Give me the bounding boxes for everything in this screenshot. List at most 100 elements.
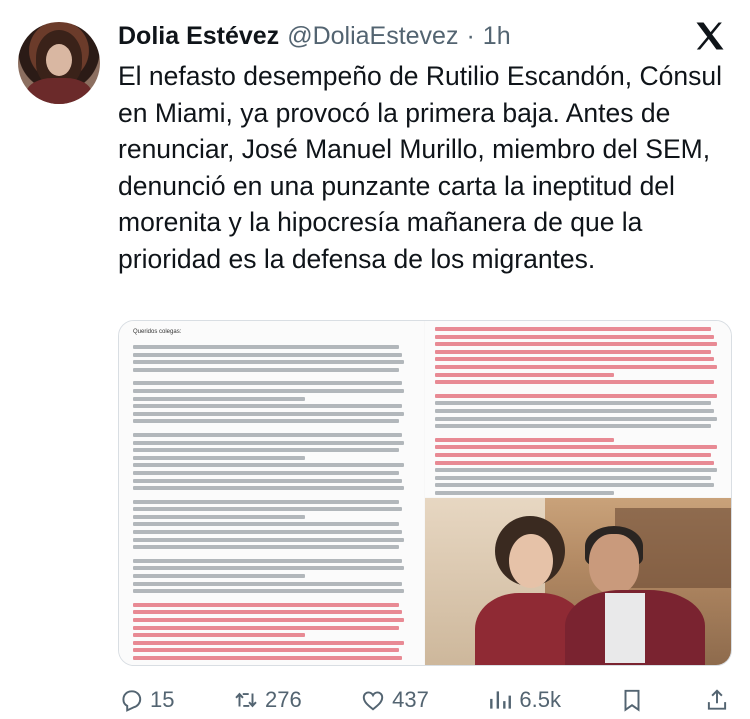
document-text-line bbox=[435, 416, 718, 421]
person-face bbox=[589, 534, 639, 594]
document-text-line bbox=[435, 424, 712, 429]
bookmark-icon bbox=[624, 689, 640, 712]
heart-icon bbox=[362, 691, 384, 711]
document-text-line bbox=[133, 440, 405, 445]
document-text-line bbox=[435, 468, 718, 473]
document-text-line bbox=[435, 364, 718, 369]
avatar[interactable] bbox=[18, 22, 100, 104]
document-page-left[interactable]: Queridos colegas: bbox=[119, 321, 424, 665]
x-logo-icon[interactable] bbox=[692, 18, 728, 54]
document-text-line bbox=[435, 460, 715, 465]
share-button[interactable] bbox=[704, 687, 730, 713]
document-text-line bbox=[435, 452, 712, 457]
document-text-line bbox=[133, 381, 402, 386]
repost-button[interactable]: 276 bbox=[233, 687, 302, 713]
document-text-line bbox=[435, 349, 712, 354]
document-text-line bbox=[133, 545, 399, 550]
document-text-line bbox=[435, 490, 614, 495]
document-text-line bbox=[435, 380, 715, 385]
repost-count: 276 bbox=[264, 687, 302, 712]
tweet-actions: 15 276 437 6.5k bbox=[118, 682, 730, 718]
document-text-line bbox=[133, 514, 305, 519]
document-text-line bbox=[133, 648, 399, 653]
document-lines-left bbox=[133, 345, 410, 660]
document-text-line bbox=[133, 602, 399, 607]
document-text-line bbox=[133, 352, 402, 357]
tweet-time[interactable]: 1h bbox=[483, 22, 511, 51]
document-text-line bbox=[133, 558, 402, 563]
document-text-line bbox=[435, 483, 715, 488]
document-text-line bbox=[133, 470, 399, 475]
document-page-right[interactable] bbox=[425, 321, 731, 503]
document-text-line bbox=[133, 360, 405, 365]
reply-icon bbox=[122, 690, 142, 712]
tweet-media[interactable]: Queridos colegas: bbox=[118, 320, 732, 666]
document-text-line bbox=[435, 327, 712, 331]
views-button[interactable]: 6.5k bbox=[487, 687, 561, 713]
document-text-line bbox=[133, 507, 402, 512]
share-icon bbox=[707, 689, 727, 710]
tweet-header: Dolia Estévez @DoliaEstevez · 1h bbox=[118, 18, 511, 54]
document-text-line bbox=[435, 334, 715, 339]
document-text-line bbox=[133, 499, 399, 504]
document-text-line bbox=[133, 625, 399, 630]
document-text-line bbox=[133, 530, 402, 535]
author-handle[interactable]: @DoliaEstevez bbox=[287, 22, 458, 51]
document-text-line bbox=[133, 486, 405, 491]
document-text-line bbox=[435, 372, 614, 377]
document-text-line bbox=[133, 537, 405, 542]
document-text-line bbox=[133, 478, 402, 483]
document-text-line bbox=[435, 357, 715, 362]
document-text-line bbox=[133, 388, 405, 393]
document-text-line bbox=[133, 610, 402, 615]
reply-count: 15 bbox=[150, 687, 175, 712]
document-text-line bbox=[435, 475, 712, 480]
document-text-line bbox=[133, 367, 399, 372]
document-text-line bbox=[133, 411, 405, 416]
document-text-line bbox=[435, 445, 718, 450]
document-text-line bbox=[133, 432, 402, 437]
tweet-text: El nefasto desempeño de Rutilio Escandón… bbox=[118, 61, 722, 274]
like-button[interactable]: 437 bbox=[360, 687, 429, 713]
document-text-line bbox=[133, 566, 405, 571]
repost-icon bbox=[235, 692, 257, 708]
document-text-line bbox=[435, 393, 718, 398]
person-face bbox=[509, 534, 553, 588]
document-text-line bbox=[133, 574, 305, 579]
document-text-line bbox=[133, 618, 405, 622]
reply-button[interactable]: 15 bbox=[118, 687, 174, 713]
document-text-line bbox=[133, 419, 399, 424]
views-count: 6.5k bbox=[519, 687, 561, 712]
document-text-line bbox=[133, 345, 399, 349]
document-text-line bbox=[133, 396, 305, 401]
media-photo[interactable] bbox=[425, 498, 731, 665]
views-icon bbox=[490, 691, 512, 709]
document-text-line bbox=[133, 463, 405, 468]
author-name[interactable]: Dolia Estévez bbox=[118, 22, 279, 51]
document-text-line bbox=[435, 342, 718, 347]
separator-dot: · bbox=[466, 21, 475, 50]
document-text-line bbox=[435, 401, 712, 406]
document-text-line bbox=[133, 581, 402, 586]
document-text-line bbox=[133, 455, 305, 460]
avatar-face bbox=[46, 44, 72, 76]
document-text-line bbox=[133, 522, 399, 527]
document-text-line bbox=[435, 408, 715, 413]
document-text-line bbox=[435, 437, 614, 442]
bookmark-button[interactable] bbox=[619, 687, 645, 713]
document-text-line bbox=[133, 655, 402, 660]
person-shirt bbox=[605, 593, 645, 663]
document-text-line bbox=[133, 633, 305, 638]
document-text-line bbox=[133, 404, 402, 409]
document-greeting: Queridos colegas: bbox=[133, 329, 182, 335]
avatar-shirt bbox=[26, 78, 92, 104]
document-text-line bbox=[133, 448, 399, 453]
document-text-line bbox=[133, 589, 405, 594]
like-count: 437 bbox=[392, 687, 429, 712]
document-lines-right bbox=[435, 327, 723, 503]
